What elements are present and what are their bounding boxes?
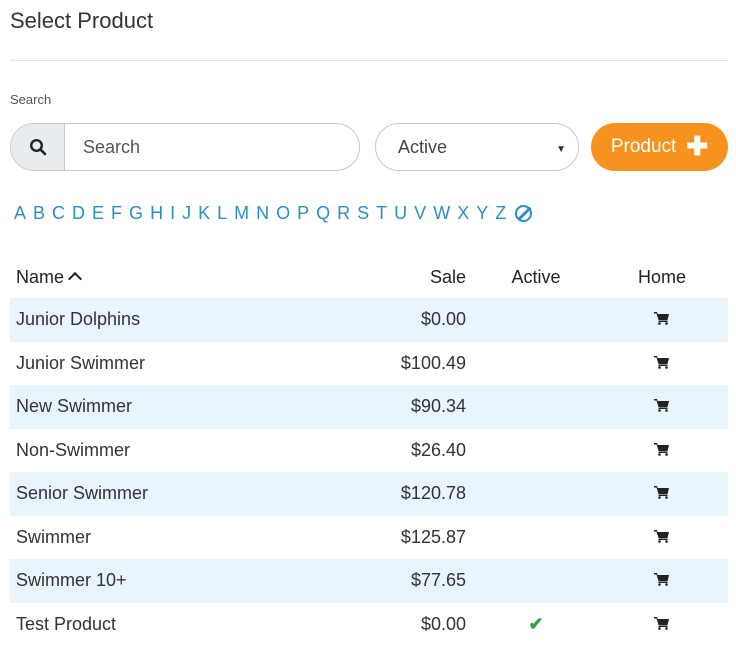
alpha-filter-m[interactable]: M	[234, 203, 249, 224]
alpha-filter-j[interactable]: J	[182, 203, 191, 224]
column-header-sale[interactable]: Sale	[376, 256, 476, 298]
clear-filter-icon[interactable]	[515, 205, 532, 222]
cart-icon[interactable]	[654, 483, 670, 504]
add-product-button[interactable]: Product ✚	[591, 123, 728, 171]
row-name[interactable]: Swimmer 10+	[10, 559, 376, 603]
status-select[interactable]: Active ▼	[375, 123, 579, 171]
cart-icon[interactable]	[654, 396, 670, 417]
alpha-filter-a[interactable]: A	[14, 203, 26, 224]
column-header-home[interactable]: Home	[596, 256, 728, 298]
row-home[interactable]	[596, 603, 728, 646]
row-sale: $26.40	[376, 429, 476, 473]
row-home[interactable]	[596, 559, 728, 603]
row-sale: $0.00	[376, 603, 476, 646]
search-label: Search	[10, 92, 51, 107]
divider	[10, 60, 728, 61]
table-row[interactable]: Non-Swimmer$26.40	[10, 429, 728, 473]
row-active	[476, 472, 596, 516]
cart-icon[interactable]	[654, 309, 670, 330]
plus-icon: ✚	[686, 133, 708, 159]
cart-icon[interactable]	[654, 440, 670, 461]
table-row[interactable]: Senior Swimmer$120.78	[10, 472, 728, 516]
table-header-row: Name Sale Active Home	[10, 256, 728, 298]
alpha-filter-k[interactable]: K	[198, 203, 210, 224]
row-home[interactable]	[596, 429, 728, 473]
sort-asc-icon	[68, 271, 82, 285]
alpha-filter-u[interactable]: U	[394, 203, 407, 224]
alpha-filter-r[interactable]: R	[337, 203, 350, 224]
alphabet-filter: ABCDEFGHIJKLMNOPQRSTUVWXYZ	[14, 203, 532, 224]
cart-icon[interactable]	[654, 353, 670, 374]
table-row[interactable]: Test Product$0.00 ✔	[10, 603, 728, 646]
row-active	[476, 429, 596, 473]
row-home[interactable]	[596, 342, 728, 386]
table-row[interactable]: Junior Swimmer$100.49	[10, 342, 728, 386]
check-icon: ✔	[528, 614, 543, 634]
row-name[interactable]: Non-Swimmer	[10, 429, 376, 473]
row-active	[476, 385, 596, 429]
alpha-filter-y[interactable]: Y	[476, 203, 488, 224]
table-row[interactable]: Junior Dolphins$0.00	[10, 298, 728, 342]
search-group	[10, 123, 360, 171]
product-table: Name Sale Active Home Junior Dolphins$0.…	[10, 256, 728, 646]
row-name[interactable]: Junior Dolphins	[10, 298, 376, 342]
search-icon[interactable]	[11, 124, 65, 170]
row-home[interactable]	[596, 472, 728, 516]
cart-icon[interactable]	[654, 570, 670, 591]
alpha-filter-n[interactable]: N	[256, 203, 269, 224]
row-active	[476, 342, 596, 386]
row-sale: $77.65	[376, 559, 476, 603]
cart-icon[interactable]	[654, 614, 670, 635]
alpha-filter-p[interactable]: P	[297, 203, 309, 224]
row-home[interactable]	[596, 385, 728, 429]
alpha-filter-o[interactable]: O	[276, 203, 290, 224]
row-sale: $0.00	[376, 298, 476, 342]
row-active	[476, 559, 596, 603]
row-sale: $120.78	[376, 472, 476, 516]
column-header-name[interactable]: Name	[10, 256, 376, 298]
alpha-filter-t[interactable]: T	[376, 203, 387, 224]
alpha-filter-e[interactable]: E	[92, 203, 104, 224]
row-home[interactable]	[596, 298, 728, 342]
alpha-filter-c[interactable]: C	[52, 203, 65, 224]
row-name[interactable]: Test Product	[10, 603, 376, 646]
row-active: ✔	[476, 603, 596, 646]
alpha-filter-z[interactable]: Z	[495, 203, 506, 224]
row-sale: $90.34	[376, 385, 476, 429]
status-select-value: Active	[398, 137, 447, 158]
alpha-filter-v[interactable]: V	[414, 203, 426, 224]
alpha-filter-s[interactable]: S	[357, 203, 369, 224]
table-row[interactable]: Swimmer 10+$77.65	[10, 559, 728, 603]
search-input[interactable]	[65, 124, 359, 170]
alpha-filter-b[interactable]: B	[33, 203, 45, 224]
row-name[interactable]: Junior Swimmer	[10, 342, 376, 386]
chevron-down-icon: ▼	[556, 144, 566, 155]
table-row[interactable]: Swimmer$125.87	[10, 516, 728, 560]
row-name[interactable]: Senior Swimmer	[10, 472, 376, 516]
table-row[interactable]: New Swimmer$90.34	[10, 385, 728, 429]
page-title: Select Product	[10, 8, 153, 34]
alpha-filter-i[interactable]: I	[170, 203, 175, 224]
row-home[interactable]	[596, 516, 728, 560]
alpha-filter-w[interactable]: W	[433, 203, 450, 224]
row-active	[476, 298, 596, 342]
row-name[interactable]: New Swimmer	[10, 385, 376, 429]
row-name[interactable]: Swimmer	[10, 516, 376, 560]
alpha-filter-h[interactable]: H	[150, 203, 163, 224]
alpha-filter-d[interactable]: D	[72, 203, 85, 224]
alpha-filter-q[interactable]: Q	[316, 203, 330, 224]
alpha-filter-x[interactable]: X	[457, 203, 469, 224]
column-header-name-label: Name	[16, 267, 64, 287]
row-active	[476, 516, 596, 560]
column-header-active[interactable]: Active	[476, 256, 596, 298]
add-product-label: Product	[611, 136, 676, 158]
row-sale: $125.87	[376, 516, 476, 560]
row-sale: $100.49	[376, 342, 476, 386]
alpha-filter-l[interactable]: L	[217, 203, 227, 224]
alpha-filter-g[interactable]: G	[129, 203, 143, 224]
cart-icon[interactable]	[654, 527, 670, 548]
alpha-filter-f[interactable]: F	[111, 203, 122, 224]
